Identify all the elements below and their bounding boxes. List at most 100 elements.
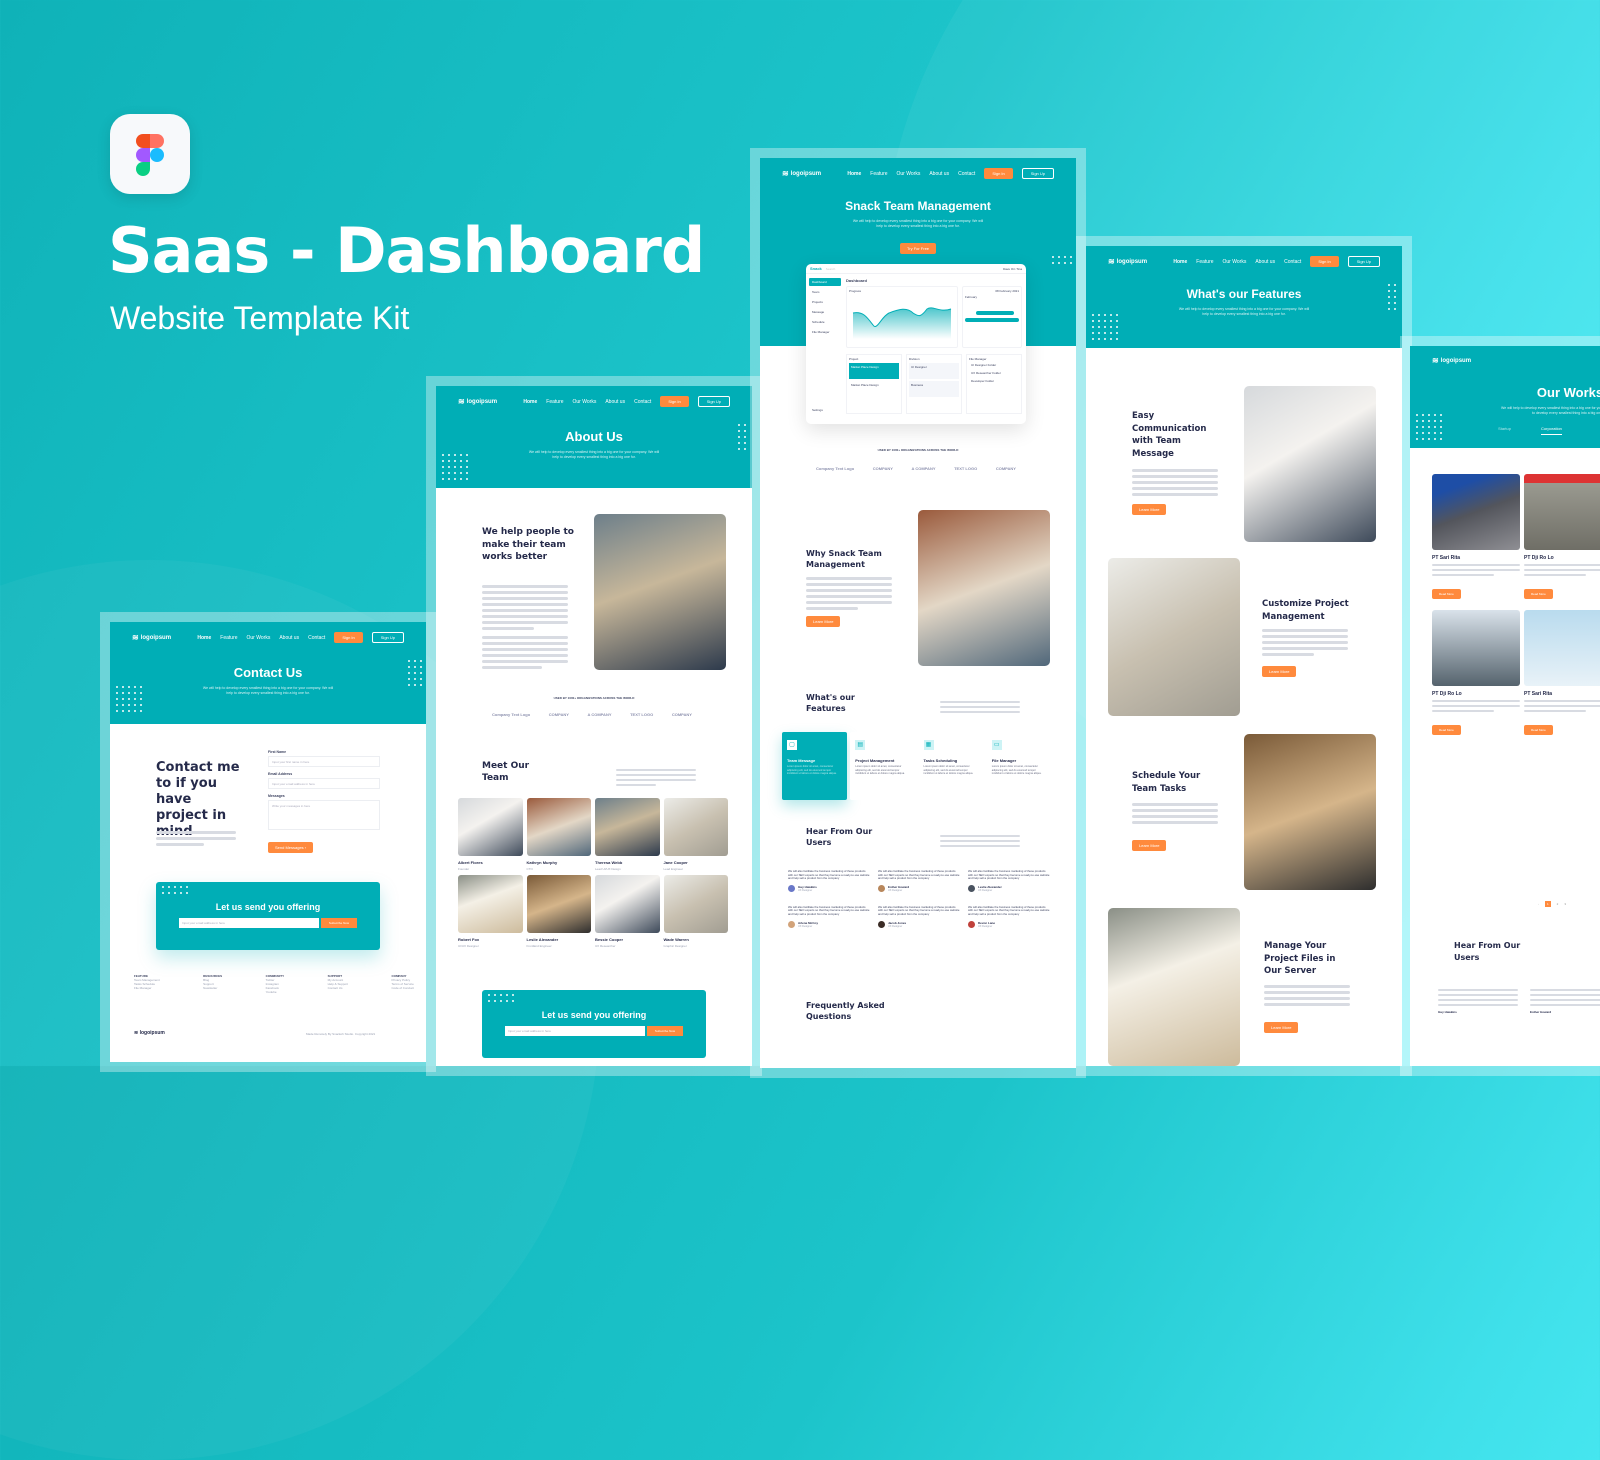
sign-in-button[interactable]: Sign In: [660, 396, 689, 407]
company-logo: COMPANY: [548, 712, 569, 717]
dashboard-sidebar-item[interactable]: Dashboard: [809, 278, 841, 286]
read-more-button[interactable]: Read More: [1524, 589, 1553, 599]
used-by-label: USED BY 1000+ ORGANIZATIONS ACROSS THE W…: [877, 448, 959, 452]
logo[interactable]: ≋ logoipsum: [1432, 356, 1471, 365]
testimonial-card: We will also facilitate the business mar…: [788, 905, 870, 928]
work-title: PT Dji Ro Lo: [1524, 555, 1554, 561]
first-name-input[interactable]: Input your first name in here: [268, 756, 380, 767]
feature-card[interactable]: ▭ File Manager Lorem ipsum dolor sit ame…: [986, 732, 1052, 800]
office-team-photo: [594, 514, 726, 670]
nav-contact[interactable]: Contact: [634, 399, 651, 405]
learn-more-button[interactable]: Learn More: [1262, 666, 1297, 677]
user-name[interactable]: Dave Orr-Tina: [1003, 267, 1022, 271]
nav-feature[interactable]: Feature: [546, 399, 563, 405]
read-more-button[interactable]: Read More: [1524, 725, 1553, 735]
team-member-photo: [458, 875, 523, 933]
feature-card[interactable]: ▤ Project Management Lorem ipsum dolor s…: [850, 732, 916, 800]
email-input[interactable]: Input your email address in here: [268, 778, 380, 789]
nav-contact[interactable]: Contact: [1284, 259, 1301, 265]
feature-desc: Lorem ipsum dolor sit amet, consectetur …: [787, 765, 837, 775]
nav-works[interactable]: Our Works: [897, 171, 921, 177]
area-chart: [852, 307, 952, 339]
feature-card[interactable]: ▦ Tasks Scheduling Lorem ipsum dolor sit…: [918, 732, 984, 800]
feature-title: File Manager: [991, 758, 1017, 763]
users-title: Hear From Our Users: [1454, 941, 1521, 962]
dot-pattern: [1414, 412, 1444, 442]
learn-more-button[interactable]: Learn More: [1132, 504, 1167, 515]
about-body-text: [482, 582, 568, 669]
tab-corporation[interactable]: Corporation: [1541, 426, 1562, 435]
feature-card[interactable]: ▢ Team Message Lorem ipsum dolor sit ame…: [782, 732, 848, 800]
nav-about[interactable]: About us: [1255, 259, 1275, 265]
logo[interactable]: ≋ logoipsum: [132, 633, 171, 642]
tab-startup[interactable]: Startup: [1498, 426, 1511, 435]
logo[interactable]: ≋ logoipsum: [782, 169, 821, 178]
home-page-mockup: ≋ logoipsum Home Feature Our Works About …: [750, 148, 1086, 1078]
sign-up-button[interactable]: Sign Up: [1021, 168, 1054, 179]
message-textarea[interactable]: Write your messages in here: [268, 800, 380, 830]
team-member-photo: [663, 798, 728, 856]
page-2[interactable]: 2: [1557, 902, 1559, 906]
offer-email-input[interactable]: Input your email address in here: [179, 918, 319, 928]
sign-up-button[interactable]: Sign Up: [1347, 256, 1380, 267]
nav-about[interactable]: About us: [929, 171, 949, 177]
dashboard-sidebar-item[interactable]: Team: [809, 288, 841, 296]
logo[interactable]: ≋ logoipsum: [1108, 257, 1147, 266]
offer-email-input[interactable]: Input your email address in here: [505, 1026, 645, 1036]
nav-home[interactable]: Home: [847, 171, 861, 177]
sign-in-button[interactable]: Sign In: [1310, 256, 1339, 267]
nav-works[interactable]: Our Works: [1223, 259, 1247, 265]
logo[interactable]: ≋ logoipsum: [458, 397, 497, 406]
team-member-card: Wade Warren Graphic Designer: [663, 875, 728, 948]
nav-contact[interactable]: Contact: [308, 635, 325, 641]
board-icon: ▤: [855, 740, 866, 750]
nav-contact[interactable]: Contact: [958, 171, 975, 177]
dashboard-sidebar-item[interactable]: File Manager: [809, 328, 841, 336]
team-member-role: UX Researcher: [595, 944, 616, 948]
subscribe-button[interactable]: Subscribe Now: [647, 1026, 683, 1036]
read-more-button[interactable]: Read More: [1432, 725, 1461, 735]
dashboard-search[interactable]: Search: [826, 267, 999, 271]
learn-more-button[interactable]: Learn More: [1264, 1022, 1299, 1033]
nav-feature[interactable]: Feature: [220, 635, 237, 641]
team-member-name: Albert Flores: [458, 860, 483, 865]
sign-in-button[interactable]: Sign In: [984, 168, 1013, 179]
prev-page-icon[interactable]: ‹: [1538, 902, 1539, 906]
footer-logo[interactable]: ≋ logoipsum: [134, 1030, 165, 1036]
sign-in-button[interactable]: Sign In: [334, 632, 363, 643]
dashboard-sidebar-item[interactable]: Schedule: [809, 318, 841, 326]
send-message-button[interactable]: Send Messages ›: [268, 842, 314, 853]
page-1[interactable]: 1: [1545, 901, 1551, 907]
nav-about[interactable]: About us: [279, 635, 299, 641]
nav-home[interactable]: Home: [197, 635, 211, 641]
nav-home[interactable]: Home: [1173, 259, 1187, 265]
subscribe-button[interactable]: Subscribe Now: [321, 918, 357, 928]
team-member-role: CTO: [526, 867, 533, 871]
nav-home[interactable]: Home: [523, 399, 537, 405]
team-member-role: Founder: [458, 867, 470, 871]
nav-feature[interactable]: Feature: [870, 171, 887, 177]
sign-up-button[interactable]: Sign Up: [371, 632, 404, 643]
read-more-button[interactable]: Read More: [1432, 589, 1461, 599]
dashboard-sidebar-item[interactable]: Message: [809, 308, 841, 316]
page-3[interactable]: 3: [1564, 902, 1566, 906]
sign-up-button[interactable]: Sign Up: [697, 396, 730, 407]
learn-more-button[interactable]: Learn More: [1132, 840, 1167, 851]
progress-chart: Progress: [846, 286, 958, 348]
nav-about[interactable]: About us: [605, 399, 625, 405]
learn-more-button[interactable]: Learn More: [806, 616, 841, 627]
dashboard-sidebar-item[interactable]: Settings: [809, 406, 841, 414]
nav-feature[interactable]: Feature: [1196, 259, 1213, 265]
about-headline: We help people to make their team works …: [482, 527, 574, 562]
work-photo: [1524, 474, 1600, 550]
dashboard-sidebar-item[interactable]: Projects: [809, 298, 841, 306]
offer-banner: Let us send you offering Input your emai…: [482, 990, 706, 1058]
contact-form: First Name Input your first name in here…: [268, 750, 380, 854]
try-free-button[interactable]: Try For Free: [899, 243, 937, 254]
page-title: Contact Us: [233, 665, 303, 680]
team-member-name: Jane Cooper: [663, 860, 688, 865]
nav-works[interactable]: Our Works: [247, 635, 271, 641]
testimonial-card: Esther Howard: [1530, 986, 1600, 1014]
offer-title: Let us send you offering: [541, 1010, 647, 1020]
nav-works[interactable]: Our Works: [573, 399, 597, 405]
